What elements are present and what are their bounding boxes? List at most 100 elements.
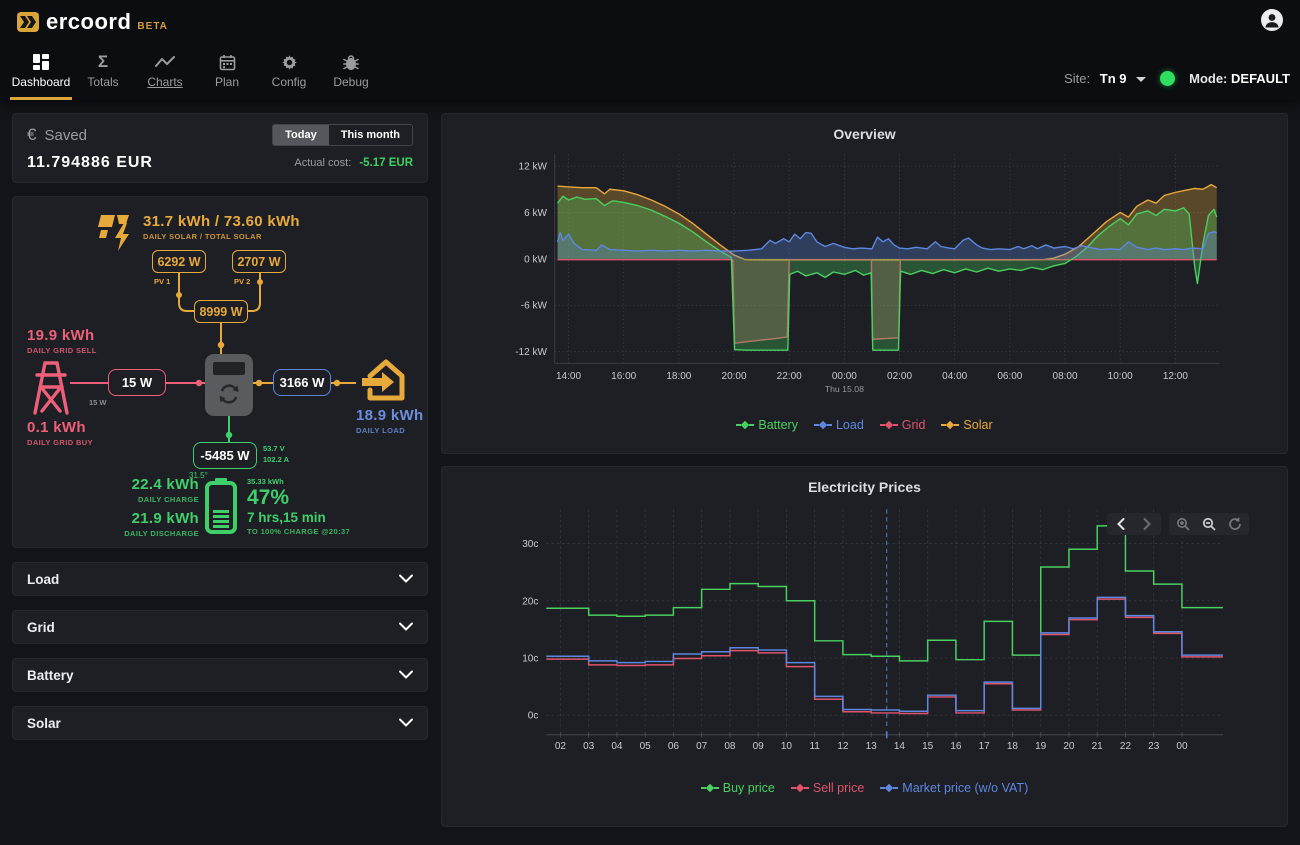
- prices-chart[interactable]: 0203040506070809101112131415161718192021…: [452, 497, 1277, 775]
- logo-icon: [16, 10, 40, 34]
- beta-badge: BETA: [137, 21, 167, 32]
- svg-text:15: 15: [922, 741, 934, 752]
- legend-item[interactable]: Buy price: [701, 781, 775, 795]
- logo[interactable]: ercoord BETA: [16, 9, 168, 35]
- legend-item[interactable]: Battery: [736, 418, 798, 432]
- pan-left-button[interactable]: [1113, 516, 1129, 532]
- site-label: Site:: [1064, 71, 1090, 86]
- svg-text:11: 11: [809, 741, 820, 752]
- pan-right-button[interactable]: [1139, 516, 1155, 532]
- svg-text:20:00: 20:00: [722, 371, 747, 382]
- tab-totals-label: Totals: [87, 75, 118, 89]
- svg-text:08: 08: [724, 741, 736, 752]
- saved-period-toggle: Today This month: [272, 124, 413, 146]
- solar-panel-icon: [97, 211, 137, 258]
- battery-time-to-full: 7 hrs,15 min: [247, 510, 350, 525]
- battery-power-box: -5485 W: [193, 442, 257, 469]
- tab-config[interactable]: Config: [258, 46, 320, 100]
- overview-legend: Battery Load Grid Solar: [452, 412, 1277, 442]
- accordion-load[interactable]: Load: [12, 562, 428, 596]
- tab-totals[interactable]: Σ Totals: [72, 46, 134, 100]
- legend-item[interactable]: Load: [814, 418, 864, 432]
- site-value: Tn 9: [1100, 71, 1127, 86]
- tab-debug[interactable]: Debug: [320, 46, 382, 100]
- charts-column: Overview 14:0016:0018:0020:0022:0000:000…: [441, 113, 1288, 827]
- tab-config-label: Config: [272, 75, 307, 89]
- grid-power-box: 15 W: [108, 369, 166, 396]
- chevron-down-icon: [1136, 77, 1146, 82]
- mode-value: DEFAULT: [1231, 71, 1290, 86]
- pv1-label: PV 1: [154, 277, 170, 286]
- zoom-out-icon[interactable]: [1201, 516, 1217, 532]
- pv1-power-box: 6292 W: [152, 250, 206, 273]
- pv2-label: PV 2: [234, 277, 250, 286]
- svg-text:12 kW: 12 kW: [519, 162, 548, 173]
- battery-voltage: 53.7 V: [263, 444, 285, 453]
- overview-chart[interactable]: 14:0016:0018:0020:0022:0000:0002:0004:00…: [452, 144, 1277, 412]
- legend-item[interactable]: Solar: [941, 418, 992, 432]
- svg-text:18: 18: [1007, 741, 1019, 752]
- sigma-icon: Σ: [98, 52, 108, 72]
- chevron-down-icon: [399, 618, 413, 636]
- accordion-grid[interactable]: Grid: [12, 610, 428, 644]
- user-avatar-icon[interactable]: [1260, 8, 1284, 32]
- battery-soc: 47%: [247, 486, 350, 510]
- prices-toolbar: [1107, 513, 1249, 535]
- svg-text:18:00: 18:00: [666, 371, 691, 382]
- tab-debug-label: Debug: [333, 75, 368, 89]
- saved-title: Saved: [44, 127, 87, 144]
- svg-text:10:00: 10:00: [1108, 371, 1133, 382]
- svg-text:22: 22: [1120, 741, 1132, 752]
- solar-daily-total-label: DAILY SOLAR / TOTAL SOLAR: [143, 232, 300, 241]
- tab-plan[interactable]: Plan: [196, 46, 258, 100]
- svg-text:13: 13: [866, 741, 878, 752]
- left-sidebar: € Saved Today This month 11.794886 EUR A…: [12, 113, 428, 827]
- svg-text:08:00: 08:00: [1053, 371, 1078, 382]
- battery-daily-charge: 22.4 kWh: [71, 476, 199, 493]
- svg-text:12: 12: [837, 741, 849, 752]
- svg-text:14: 14: [894, 741, 906, 752]
- accordion-battery[interactable]: Battery: [12, 658, 428, 692]
- zoom-in-icon[interactable]: [1175, 516, 1191, 532]
- solar-daily-total: 31.7 kWh / 73.60 kWh: [143, 213, 300, 230]
- battery-daily-discharge-label: DAILY DISCHARGE: [71, 529, 199, 538]
- accordion-solar[interactable]: Solar: [12, 706, 428, 740]
- svg-text:04:00: 04:00: [942, 371, 967, 382]
- legend-item[interactable]: Grid: [880, 418, 926, 432]
- reset-zoom-icon[interactable]: [1227, 516, 1243, 532]
- site-selector[interactable]: Site: Tn 9: [1064, 71, 1146, 86]
- bug-icon: [343, 52, 359, 72]
- svg-text:10: 10: [781, 741, 793, 752]
- chevron-down-icon: [399, 570, 413, 588]
- grid-buy-value: 0.1 kWh: [27, 419, 93, 436]
- toggle-month-button[interactable]: This month: [329, 125, 412, 145]
- svg-text:-6 kW: -6 kW: [521, 301, 548, 312]
- svg-text:06: 06: [668, 741, 680, 752]
- svg-text:20c: 20c: [522, 596, 538, 607]
- svg-text:04: 04: [611, 741, 623, 752]
- svg-text:05: 05: [640, 741, 652, 752]
- accordion-battery-label: Battery: [27, 668, 74, 683]
- toggle-today-button[interactable]: Today: [273, 125, 329, 145]
- load-daily-value: 18.9 kWh: [356, 407, 423, 424]
- load-power-box: 3166 W: [273, 369, 331, 396]
- tab-charts[interactable]: Charts: [134, 46, 196, 100]
- overview-panel: Overview 14:0016:0018:0020:0022:0000:000…: [441, 113, 1288, 454]
- mode-status-dot: [1160, 71, 1175, 86]
- svg-text:03: 03: [583, 741, 595, 752]
- accordion-grid-label: Grid: [27, 620, 55, 635]
- legend-item[interactable]: Market price (w/o VAT): [880, 781, 1028, 795]
- legend-item[interactable]: Sell price: [791, 781, 864, 795]
- gear-icon: [281, 52, 298, 72]
- saved-amount: 11.794886 EUR: [27, 154, 153, 172]
- accordion-load-label: Load: [27, 572, 59, 587]
- svg-text:07: 07: [696, 741, 708, 752]
- chevron-down-icon: [399, 714, 413, 732]
- svg-text:02:00: 02:00: [887, 371, 912, 382]
- app-title: ercoord: [46, 9, 131, 35]
- prices-panel: Electricity Prices 02030: [441, 466, 1288, 827]
- svg-text:16: 16: [950, 741, 962, 752]
- svg-text:0c: 0c: [528, 711, 539, 722]
- line-chart-icon: [155, 52, 175, 72]
- tab-dashboard[interactable]: Dashboard: [10, 46, 72, 100]
